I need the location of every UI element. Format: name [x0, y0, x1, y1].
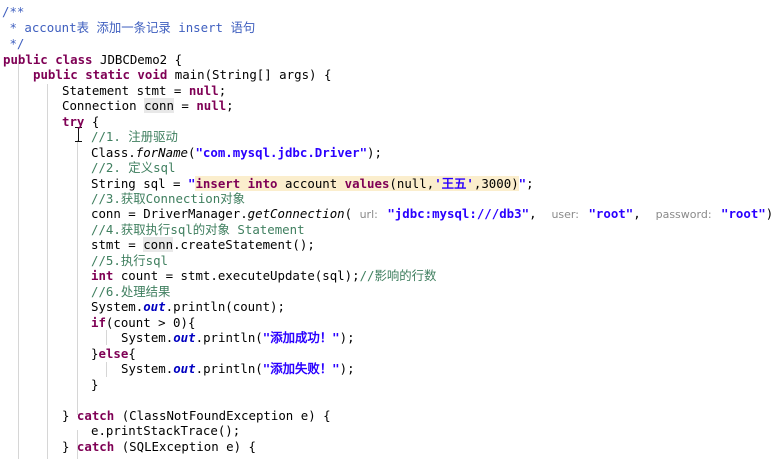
punctuation: ;: [526, 176, 534, 191]
punctuation: ,: [633, 206, 641, 221]
code-text: .createStatement();: [173, 237, 315, 252]
keyword: public static void: [33, 67, 168, 82]
code-text: (ClassNotFoundException e) {: [114, 408, 331, 423]
punctuation: {: [84, 114, 100, 129]
code-line-print-success: System.out.println("添加成功！");: [121, 329, 355, 347]
parameter-hint: user:: [551, 208, 579, 221]
operator: =: [173, 98, 197, 113]
operator: =: [166, 83, 189, 98]
sql-text: account: [277, 176, 345, 191]
punctuation: {: [128, 346, 136, 361]
code-text: System.: [91, 299, 144, 314]
code-text: .println(: [195, 361, 263, 376]
string-literal: "添加失败！": [262, 361, 340, 376]
code-text: .println(: [195, 330, 263, 345]
code-text: Class.: [91, 145, 136, 160]
code-text: count = stmt.executeUpdate(sql);: [113, 268, 360, 283]
parameter-hint: password:: [655, 208, 712, 221]
code-text: stmt =: [91, 237, 144, 252]
code-text: System.: [121, 361, 174, 376]
indent-guide: [106, 362, 107, 377]
keyword: try: [62, 114, 85, 129]
sql-keyword: values: [344, 176, 390, 191]
variable-name: stmt: [136, 83, 167, 98]
method-name: getConnection: [247, 206, 345, 221]
sql-keyword: insert into: [195, 176, 278, 191]
punctuation: ;: [226, 98, 234, 113]
keyword: null: [188, 83, 219, 98]
class-name: JDBCDemo2 {: [100, 52, 183, 67]
code-text: conn = DriverManager.: [91, 206, 248, 221]
keyword: int: [91, 268, 114, 283]
keyword: if: [91, 315, 106, 330]
string-literal: "root": [721, 206, 766, 221]
keyword: else: [98, 346, 129, 361]
punctuation: );: [766, 206, 771, 221]
code-line-catch-sqlexception: } catch (SQLException e) {: [62, 438, 256, 456]
keyword: null: [196, 98, 227, 113]
parameter-hint: url:: [359, 208, 378, 221]
method-signature: main(String[] args) {: [174, 67, 332, 82]
variable-name: conn: [144, 98, 174, 113]
punctuation: (: [344, 206, 353, 221]
code-line-comment-description: * account表 添加一条记录 insert 语句: [2, 20, 256, 35]
punctuation: ;: [218, 83, 227, 98]
punctuation: }: [62, 439, 77, 454]
indent-guide: [18, 62, 19, 459]
static-field: out: [173, 361, 196, 376]
code-text: String sql =: [91, 176, 188, 191]
code-text: (count > 0){: [105, 315, 196, 330]
indent-guide: [77, 140, 78, 415]
indent-guide: [47, 84, 48, 459]
sql-string-literal: '王五': [434, 176, 474, 191]
code-line-print-failure: System.out.println("添加失败！");: [121, 360, 355, 378]
string-quote: ": [518, 176, 527, 191]
indent-guide: [106, 330, 107, 345]
static-field: out: [143, 299, 166, 314]
string-literal: "com.mysql.jdbc.Driver": [195, 145, 368, 160]
punctuation: );: [367, 145, 382, 160]
code-text: (SQLException e) {: [114, 439, 256, 454]
sql-text: (null,: [389, 176, 435, 191]
variable-name: conn: [143, 237, 174, 252]
inline-comment: //影响的行数: [359, 268, 437, 283]
method-name: forName: [135, 145, 188, 160]
type-name: Statement: [62, 83, 130, 98]
punctuation: );: [339, 361, 355, 376]
string-literal: "添加成功！": [262, 330, 340, 345]
code-editor[interactable]: /** * account表 添加一条记录 insert 语句 */ publi…: [0, 0, 771, 459]
string-literal: "jdbc:mysql:///db3": [387, 206, 530, 221]
code-line-close-brace: }: [91, 377, 99, 392]
string-literal: "root": [588, 206, 634, 221]
static-field: out: [173, 330, 196, 345]
keyword: catch: [76, 408, 115, 423]
code-text: System.: [121, 330, 174, 345]
keyword: public class: [3, 52, 93, 67]
keyword: catch: [76, 439, 115, 454]
punctuation: }: [62, 408, 77, 423]
type-name: Connection: [62, 98, 137, 113]
code-text: .println(count);: [165, 299, 285, 314]
punctuation: );: [339, 330, 355, 345]
punctuation: ,: [529, 206, 537, 221]
sql-text: ,3000): [473, 176, 519, 191]
